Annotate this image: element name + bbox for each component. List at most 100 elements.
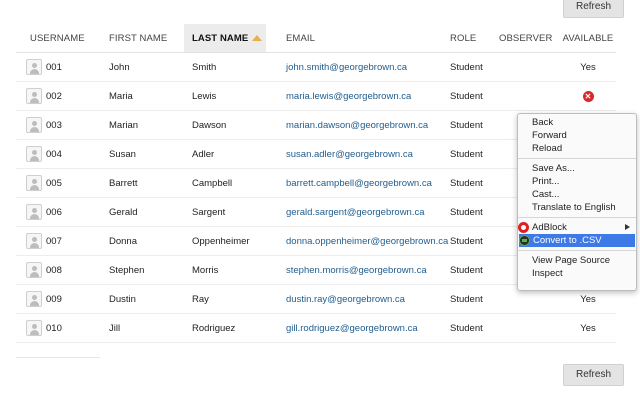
cell-first-name: Stephen: [109, 264, 145, 276]
cell-last-name: Oppenheimer: [192, 235, 250, 247]
cell-role: Student: [450, 235, 483, 247]
cell-email-link[interactable]: john.smith@georgebrown.ca: [286, 53, 407, 81]
avatar-icon: [26, 59, 42, 75]
cell-last-name: Morris: [192, 264, 219, 276]
context-menu: Back Forward Reload Save As... Print... …: [517, 113, 637, 291]
avatar-icon: [26, 204, 42, 220]
menu-item-reload[interactable]: Reload: [518, 142, 636, 155]
menu-separator: [518, 158, 636, 159]
cell-email-link[interactable]: dustin.ray@georgebrown.ca: [286, 285, 405, 313]
cell-last-name: Adler: [192, 148, 215, 160]
header-first-name[interactable]: FIRST NAME: [109, 24, 167, 52]
cell-email-link[interactable]: gerald.sargent@georgebrown.ca: [286, 198, 425, 226]
cell-username: 010: [26, 314, 62, 342]
avatar-icon: [26, 262, 42, 278]
menu-item-convert-csv[interactable]: Convert to .CSV: [519, 234, 635, 247]
header-role[interactable]: ROLE: [450, 24, 476, 52]
menu-item-forward[interactable]: Forward: [518, 129, 636, 142]
menu-item-translate[interactable]: Translate to English: [518, 201, 636, 214]
cell-role: Student: [450, 177, 483, 189]
table-footer-divider: [16, 357, 100, 358]
cell-first-name: Maria: [109, 90, 133, 102]
cell-last-name: Smith: [192, 61, 217, 73]
menu-item-print[interactable]: Print...: [518, 175, 636, 188]
table-row[interactable]: 001 John Smith john.smith@georgebrown.ca Stu…: [16, 53, 616, 82]
header-last-name[interactable]: LAST NAME: [184, 24, 266, 52]
menu-item-view-source[interactable]: View Page Source: [518, 254, 636, 267]
menu-item-inspect[interactable]: Inspect: [518, 267, 636, 280]
cell-email-link[interactable]: susan.adler@georgebrown.ca: [286, 140, 413, 168]
adblock-icon: [518, 222, 529, 233]
cell-role: Student: [450, 119, 483, 131]
cell-role: Student: [450, 322, 483, 334]
cell-last-name: Lewis: [192, 90, 217, 102]
cell-username: 009: [26, 285, 62, 313]
cell-email-link[interactable]: gill.rodriguez@georgebrown.ca: [286, 314, 418, 342]
avatar-icon: [26, 175, 42, 191]
cell-email-link[interactable]: barrett.campbell@georgebrown.ca: [286, 169, 432, 197]
menu-separator: [518, 217, 636, 218]
cell-role: Student: [450, 90, 483, 102]
cell-username: 002: [26, 82, 62, 110]
avatar-icon: [26, 291, 42, 307]
cell-role: Student: [450, 61, 483, 73]
cell-first-name: Donna: [109, 235, 137, 247]
cell-last-name: Rodriguez: [192, 322, 236, 334]
cell-email-link[interactable]: stephen.morris@georgebrown.ca: [286, 256, 427, 284]
cell-role: Student: [450, 148, 483, 160]
table-row[interactable]: 010 Jill Rodriguez gill.rodriguez@georgebro…: [16, 314, 616, 343]
username-value: 007: [46, 235, 62, 247]
cell-username: 001: [26, 53, 62, 81]
available-value: Yes: [580, 322, 596, 334]
cell-last-name: Ray: [192, 293, 209, 305]
menu-item-adblock-label: AdBlock: [532, 222, 567, 233]
header-username[interactable]: USERNAME: [30, 24, 85, 52]
cell-username: 004: [26, 140, 62, 168]
username-value: 002: [46, 90, 62, 102]
refresh-button-bottom[interactable]: Refresh: [563, 364, 625, 386]
submenu-arrow-icon: [625, 224, 630, 230]
header-available[interactable]: AVAILABLE: [563, 24, 614, 52]
cell-role: Student: [450, 206, 483, 218]
username-value: 001: [46, 61, 62, 73]
cell-username: 008: [26, 256, 62, 284]
cell-available: Yes: [563, 53, 613, 81]
username-value: 008: [46, 264, 62, 276]
menu-item-adblock[interactable]: AdBlock: [518, 221, 636, 234]
avatar-icon: [26, 233, 42, 249]
table-header-row: USERNAME FIRST NAME LAST NAME EMAIL ROLE…: [16, 24, 616, 53]
cell-last-name: Dawson: [192, 119, 227, 131]
avatar-icon: [26, 88, 42, 104]
cell-available: Yes: [563, 314, 613, 342]
cell-first-name: John: [109, 61, 130, 73]
avatar-icon: [26, 146, 42, 162]
available-value: Yes: [580, 293, 596, 305]
menu-item-convert-csv-label: Convert to .CSV: [533, 235, 602, 246]
username-value: 004: [46, 148, 62, 160]
avatar-icon: [26, 320, 42, 336]
available-value: Yes: [580, 61, 596, 73]
cell-email-link[interactable]: donna.oppenheimer@georgebrown.ca: [286, 227, 448, 255]
cell-email-link[interactable]: maria.lewis@georgebrown.ca: [286, 82, 411, 110]
sort-ascending-icon: [252, 35, 263, 41]
cell-role: Student: [450, 293, 483, 305]
cell-first-name: Gerald: [109, 206, 138, 218]
cell-first-name: Jill: [109, 322, 121, 334]
username-value: 006: [46, 206, 62, 218]
refresh-button-top[interactable]: Refresh: [563, 0, 625, 18]
cell-last-name: Campbell: [192, 177, 233, 189]
table-row[interactable]: 002 Maria Lewis maria.lewis@georgebrown.ca S…: [16, 82, 616, 111]
menu-item-save-as[interactable]: Save As...: [518, 162, 636, 175]
cell-first-name: Marian: [109, 119, 139, 131]
menu-item-back[interactable]: Back: [518, 116, 636, 129]
username-value: 009: [46, 293, 62, 305]
menu-item-cast[interactable]: Cast...: [518, 188, 636, 201]
menu-separator: [518, 250, 636, 251]
cell-username: 006: [26, 198, 62, 226]
cell-first-name: Susan: [109, 148, 136, 160]
header-email[interactable]: EMAIL: [286, 24, 315, 52]
header-observer[interactable]: OBSERVER: [499, 24, 552, 52]
unavailable-x-icon: ✕: [582, 90, 594, 102]
cell-email-link[interactable]: marian.dawson@georgebrown.ca: [286, 111, 428, 139]
avatar-icon: [26, 117, 42, 133]
